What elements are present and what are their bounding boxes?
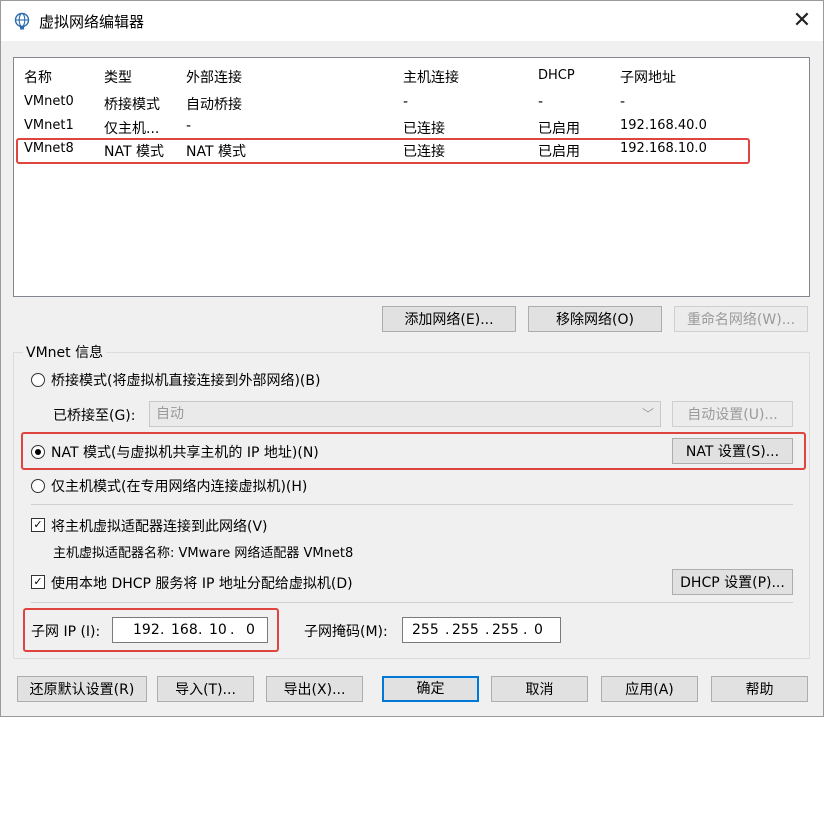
connect-adapter-checkbox[interactable]: ✓ — [31, 518, 45, 532]
ip-dot: . — [485, 622, 490, 638]
hostonly-mode-label[interactable]: 仅主机模式(在专用网络内连接虚拟机)(H) — [51, 476, 307, 496]
ok-button[interactable]: 确定 — [382, 676, 479, 702]
ip-octet: 255 — [492, 622, 519, 638]
cell-type: 仅主机... — [104, 121, 160, 137]
ip-dot: . — [198, 622, 203, 638]
close-icon: ✕ — [792, 8, 812, 33]
divider — [31, 504, 793, 505]
ip-octet: 255 — [412, 622, 439, 638]
cell-dhcp: - — [538, 94, 544, 110]
cell-host: 已连接 — [403, 121, 445, 137]
subnet-ip-input[interactable]: 192 . 168 . 10 . 0 — [112, 617, 268, 643]
cell-name: VMnet0 — [24, 94, 74, 109]
cell-type: 桥接模式 — [104, 97, 160, 113]
title-bar: 虚拟网络编辑器 ✕ — [1, 1, 823, 41]
cell-name: VMnet1 — [24, 118, 74, 133]
remove-network-button[interactable]: 移除网络(O) — [528, 306, 662, 332]
subnet-mask-label: 子网掩码(M): — [304, 624, 388, 640]
ip-octet: 255 — [452, 622, 479, 638]
network-globe-icon — [14, 12, 30, 30]
table-row[interactable]: VMnet0 桥接模式 自动桥接 - - - — [14, 92, 809, 114]
cell-dhcp: 已启用 — [538, 121, 580, 137]
selected-row-highlight — [16, 138, 750, 164]
column-header-host[interactable]: 主机连接 — [403, 67, 459, 87]
cell-external: - — [186, 118, 192, 134]
bridged-mode-radio[interactable] — [31, 373, 45, 387]
subnet-ip-label: 子网 IP (I): — [31, 624, 101, 640]
ip-dot: . — [445, 622, 450, 638]
cell-subnet: - — [620, 94, 626, 110]
ip-dot: . — [230, 622, 235, 638]
ip-octet: 0 — [534, 622, 543, 638]
ip-octet: 168 — [171, 622, 198, 638]
check-mark-icon: ✓ — [33, 575, 43, 588]
ip-dot: . — [160, 622, 165, 638]
check-mark-icon: ✓ — [33, 518, 43, 531]
column-header-type[interactable]: 类型 — [104, 67, 132, 87]
vmnet-info-legend: VMnet 信息 — [23, 342, 107, 362]
export-button[interactable]: 导出(X)... — [266, 676, 363, 702]
connect-adapter-label[interactable]: 将主机虚拟适配器连接到此网络(V) — [51, 516, 268, 536]
rename-network-button[interactable]: 重命名网络(W)... — [674, 306, 808, 332]
cell-host: - — [403, 94, 409, 110]
hostonly-mode-radio[interactable] — [31, 479, 45, 493]
cell-subnet: 192.168.40.0 — [620, 118, 707, 133]
add-network-button[interactable]: 添加网络(E)... — [382, 306, 516, 332]
restore-defaults-button[interactable]: 还原默认设置(R) — [17, 676, 147, 702]
auto-settings-button[interactable]: 自动设置(U)... — [672, 401, 793, 427]
bridged-to-label: 已桥接至(G): — [53, 408, 136, 424]
nat-settings-button[interactable]: NAT 设置(S)... — [672, 438, 793, 464]
ip-octet: 192 — [133, 622, 160, 638]
ip-octet: 0 — [246, 622, 255, 638]
column-header-external[interactable]: 外部连接 — [186, 67, 242, 87]
column-header-dhcp[interactable]: DHCP — [538, 68, 575, 83]
ip-dot: . — [523, 622, 528, 638]
dhcp-checkbox[interactable]: ✓ — [31, 575, 45, 589]
cancel-button[interactable]: 取消 — [491, 676, 588, 702]
bridged-to-value: 自动 — [156, 406, 184, 422]
apply-button[interactable]: 应用(A) — [601, 676, 698, 702]
chevron-down-icon: ﹀ — [641, 407, 654, 421]
cell-external: 自动桥接 — [186, 97, 242, 113]
bridged-mode-label[interactable]: 桥接模式(将虚拟机直接连接到外部网络)(B) — [51, 370, 320, 390]
column-header-name[interactable]: 名称 — [24, 67, 52, 87]
help-button[interactable]: 帮助 — [711, 676, 808, 702]
dhcp-label[interactable]: 使用本地 DHCP 服务将 IP 地址分配给虚拟机(D) — [51, 573, 353, 593]
window-title: 虚拟网络编辑器 — [39, 13, 145, 31]
adapter-name-label: 主机虚拟适配器名称: VMware 网络适配器 VMnet8 — [53, 546, 354, 561]
close-button[interactable]: ✕ — [787, 7, 817, 35]
nat-mode-label[interactable]: NAT 模式(与虚拟机共享主机的 IP 地址)(N) — [51, 442, 319, 462]
ip-octet: 10 — [209, 622, 227, 638]
subnet-mask-input[interactable]: 255 . 255 . 255 . 0 — [402, 617, 561, 643]
table-row[interactable]: VMnet1 仅主机... - 已连接 已启用 192.168.40.0 — [14, 116, 809, 138]
bridged-to-select[interactable]: 自动 ﹀ — [149, 401, 661, 427]
import-button[interactable]: 导入(T)... — [157, 676, 254, 702]
virtual-network-editor-window: 虚拟网络编辑器 ✕ 名称 类型 外部连接 主机连接 DHCP 子网地址 VMne… — [0, 0, 824, 717]
divider — [31, 602, 793, 603]
nat-mode-radio[interactable] — [31, 445, 45, 459]
column-header-subnet[interactable]: 子网地址 — [620, 67, 676, 87]
dhcp-settings-button[interactable]: DHCP 设置(P)... — [672, 569, 793, 595]
network-list[interactable]: 名称 类型 外部连接 主机连接 DHCP 子网地址 VMnet0 桥接模式 自动… — [13, 57, 810, 297]
